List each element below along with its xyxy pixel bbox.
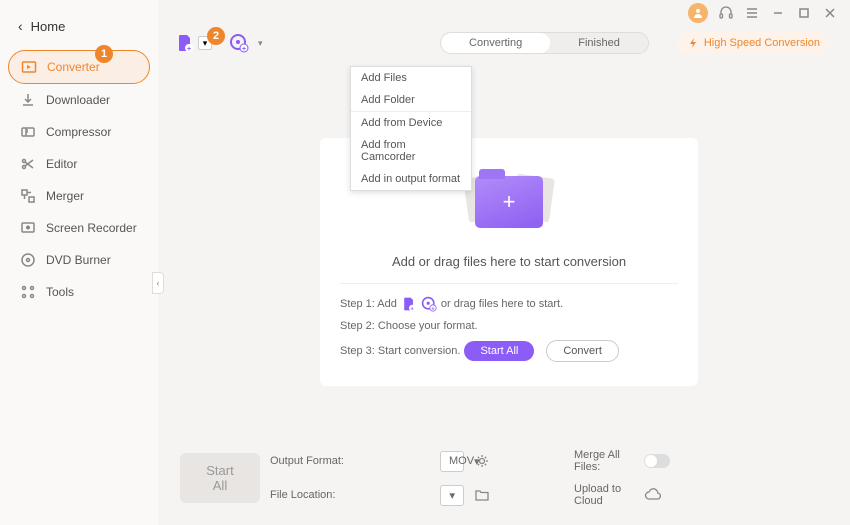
high-speed-badge[interactable]: High Speed Conversion — [677, 32, 830, 54]
cloud-icon[interactable] — [644, 488, 818, 502]
file-location-select[interactable]: D:\Wondershare UniConverter 1▾ — [440, 485, 464, 506]
dropdown-add-folder[interactable]: Add Folder — [351, 89, 471, 111]
merge-files-label: Merge All Files: — [574, 449, 634, 473]
step-3: Step 3: Start conversion. Start All Conv… — [340, 340, 678, 362]
step-2: Step 2: Choose your format. — [340, 320, 678, 332]
step-badge-1: 1 — [95, 45, 113, 63]
sidebar-collapse-handle[interactable]: ‹ — [152, 272, 164, 294]
sidebar-item-merger[interactable]: Merger — [8, 180, 150, 212]
status-tabs: Converting Finished — [440, 32, 649, 54]
back-button[interactable]: ‹ — [18, 18, 23, 34]
output-format-label: Output Format: — [270, 455, 430, 467]
dropzone-text: Add or drag files here to start conversi… — [392, 254, 626, 269]
sidebar-item-tools[interactable]: Tools — [8, 276, 150, 308]
maximize-icon[interactable] — [796, 5, 812, 21]
sidebar-item-label: Screen Recorder — [46, 221, 137, 235]
tab-finished[interactable]: Finished — [550, 33, 648, 53]
sidebar-item-label: Merger — [46, 189, 84, 203]
sidebar-item-label: Tools — [46, 285, 74, 299]
content-area: + Add or drag files here to start conver… — [158, 60, 850, 441]
add-file-icon[interactable]: + — [174, 32, 196, 54]
dropdown-add-from-device[interactable]: Add from Device — [351, 111, 471, 134]
sidebar-item-compressor[interactable]: Compressor — [8, 116, 150, 148]
sidebar-item-converter[interactable]: Converter — [8, 50, 150, 84]
sidebar-item-downloader[interactable]: Downloader — [8, 84, 150, 116]
tab-converting[interactable]: Converting — [441, 33, 550, 53]
sidebar-item-editor[interactable]: Editor — [8, 148, 150, 180]
dropdown-add-files[interactable]: Add Files — [351, 67, 471, 89]
svg-text:+: + — [187, 46, 191, 53]
headset-icon[interactable] — [718, 5, 734, 21]
chevron-down-icon: ▾ — [449, 489, 455, 502]
folder-illustration: + — [464, 168, 554, 236]
add-file-mini-icon: + — [401, 296, 417, 312]
sidebar-header: ‹ Home — [8, 12, 150, 50]
toolbar: + 2 ▾ + ▾ Converting Finished High Speed… — [158, 26, 850, 60]
open-folder-icon[interactable] — [474, 487, 564, 503]
lightning-icon — [687, 37, 699, 49]
start-all-button[interactable]: Start All — [180, 453, 260, 503]
titlebar — [158, 0, 850, 26]
upload-cloud-label: Upload to Cloud — [574, 483, 634, 507]
minimize-icon[interactable] — [770, 5, 786, 21]
add-dvd-mini-icon: + — [421, 296, 437, 312]
close-icon[interactable] — [822, 5, 838, 21]
folder-icon: + — [475, 176, 543, 228]
sidebar-title: Home — [31, 19, 66, 34]
sidebar-item-label: Converter — [47, 60, 100, 74]
output-format-select[interactable]: MOV▾ — [440, 451, 464, 472]
scissors-icon — [20, 156, 36, 172]
add-dropdown-toggle[interactable]: 2 ▾ — [198, 36, 212, 50]
download-icon — [20, 92, 36, 108]
user-avatar-icon[interactable] — [688, 3, 708, 23]
steps-panel: Step 1: Add + + or drag files here to st… — [340, 296, 678, 370]
step-1: Step 1: Add + + or drag files here to st… — [340, 296, 678, 312]
convert-button[interactable]: Convert — [546, 340, 619, 362]
svg-text:+: + — [242, 46, 246, 53]
disc-icon — [20, 252, 36, 268]
main-area: + 2 ▾ + ▾ Converting Finished High Speed… — [158, 0, 850, 525]
screen-recorder-icon — [20, 220, 36, 236]
add-files-group: + 2 ▾ — [174, 32, 212, 54]
step-badge-2: 2 — [207, 27, 225, 45]
dvd-dropdown-toggle[interactable]: ▾ — [258, 38, 263, 49]
plus-icon: + — [503, 189, 516, 215]
add-dvd-icon[interactable]: + — [228, 32, 250, 54]
high-speed-label: High Speed Conversion — [704, 37, 820, 49]
bottom-bar: Output Format: MOV▾ Merge All Files: Sta… — [158, 441, 850, 525]
compressor-icon — [20, 124, 36, 140]
sidebar-item-dvd-burner[interactable]: DVD Burner — [8, 244, 150, 276]
settings-icon[interactable] — [474, 453, 564, 469]
start-all-button-inline[interactable]: Start All — [464, 341, 534, 361]
dropdown-add-in-output-format[interactable]: Add in output format — [351, 168, 471, 190]
merger-icon — [20, 188, 36, 204]
sidebar: ‹ Home 1 Converter Downloader Compressor… — [0, 0, 158, 525]
apps-icon — [20, 284, 36, 300]
add-dropdown-menu: Add Files Add Folder Add from Device Add… — [350, 66, 472, 191]
sidebar-item-label: Editor — [46, 157, 77, 171]
file-location-label: File Location: — [270, 489, 430, 501]
sidebar-item-label: Downloader — [46, 93, 110, 107]
sidebar-item-screen-recorder[interactable]: Screen Recorder — [8, 212, 150, 244]
menu-icon[interactable] — [744, 5, 760, 21]
dropdown-add-from-camcorder[interactable]: Add from Camcorder — [351, 134, 471, 168]
sidebar-item-label: DVD Burner — [46, 253, 111, 267]
merge-files-toggle[interactable] — [644, 454, 670, 468]
converter-icon — [21, 59, 37, 75]
sidebar-item-label: Compressor — [46, 125, 111, 139]
